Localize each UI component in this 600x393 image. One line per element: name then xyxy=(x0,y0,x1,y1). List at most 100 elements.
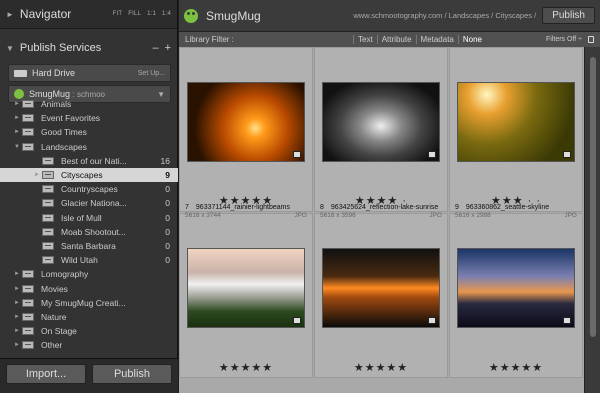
publish-button[interactable]: Publish xyxy=(92,364,172,384)
collection-item[interactable]: ► My SmugMug Creati... xyxy=(0,296,178,310)
disclosure-triangle-icon[interactable]: ▼ xyxy=(12,144,22,150)
photo-filename: 963425624_reflection-lake-sunrise xyxy=(330,204,439,211)
collection-item[interactable]: ▼ Landscapes xyxy=(0,140,178,154)
lock-icon[interactable] xyxy=(588,36,594,43)
photo-thumbnail[interactable] xyxy=(322,82,440,162)
collection-item[interactable]: Best of our Nati... 16 xyxy=(0,154,178,168)
collection-item[interactable]: ► Event Favorites xyxy=(0,111,178,125)
smugmug-logo-icon xyxy=(184,8,198,23)
photo-dimensions: 5616 x 2988 xyxy=(455,212,491,219)
photo-cell[interactable]: ★★★★★ xyxy=(179,47,313,212)
collection-label: Glacier Nationa... xyxy=(61,198,127,209)
expand-triangle-icon[interactable]: ▼ xyxy=(6,44,14,53)
star-rating[interactable]: ★★★★★ xyxy=(450,361,582,374)
add-service-button[interactable]: + xyxy=(165,42,171,54)
collection-label: Countryscapes xyxy=(61,184,118,195)
photo-filetype: JPG xyxy=(429,212,442,219)
disclosure-triangle-icon[interactable]: ► xyxy=(12,115,22,121)
publish-services-header[interactable]: ▼ Publish Services – + xyxy=(0,35,177,61)
collection-icon xyxy=(42,256,54,265)
zoom-fill[interactable]: FILL xyxy=(128,11,141,17)
navigator-header[interactable]: ► Navigator FIT FILL 1:1 1:4 xyxy=(0,0,177,29)
collection-item[interactable]: ► Cityscapes 9 xyxy=(0,167,178,183)
collection-label: On Stage xyxy=(41,326,77,337)
photo-cell[interactable]: ★★★★★ 8 963425624_reflection-lake-sunrise 5… xyxy=(314,204,448,378)
collection-item[interactable]: ► Animals xyxy=(0,97,178,111)
photo-thumbnail[interactable] xyxy=(187,82,305,162)
collection-item[interactable]: ► Other xyxy=(0,338,178,352)
photo-thumbnail[interactable] xyxy=(322,248,440,328)
photo-number: 7 xyxy=(185,204,189,211)
collection-item[interactable]: Isle of Mull 0 xyxy=(0,211,178,225)
left-bottom-bar: Import... Publish xyxy=(0,358,178,393)
photo-dimensions: 5616 x 3744 xyxy=(185,212,221,219)
collapse-triangle-icon[interactable]: ► xyxy=(6,10,14,19)
collection-count: 9 xyxy=(165,170,170,181)
photo-info: 7 963371144_rainier-lightbeams 5616 x 3744… xyxy=(185,204,307,226)
collection-item[interactable]: ► Lomography xyxy=(0,267,178,281)
published-badge-icon xyxy=(563,317,571,324)
left-panel: ► Navigator FIT FILL 1:1 1:4 ▼ Publish S… xyxy=(0,0,178,393)
collection-count: 16 xyxy=(160,155,170,166)
collection-label: Animals xyxy=(41,99,72,110)
collection-item[interactable]: ► Nature xyxy=(0,310,178,324)
disclosure-triangle-icon[interactable]: ► xyxy=(12,314,22,320)
collection-set-icon xyxy=(22,298,34,307)
disclosure-triangle-icon[interactable]: ► xyxy=(12,101,22,107)
filter-text[interactable]: Text xyxy=(353,35,377,44)
collection-item[interactable]: ► Good Times xyxy=(0,125,178,139)
photo-cell[interactable]: ★★★ · · xyxy=(449,47,583,212)
collection-count: 0 xyxy=(165,240,170,251)
collection-item[interactable]: ► On Stage xyxy=(0,324,178,338)
collection-set-icon xyxy=(22,284,34,293)
disclosure-triangle-icon[interactable]: ► xyxy=(32,172,42,178)
disclosure-triangle-icon[interactable]: ► xyxy=(12,271,22,277)
filter-attribute[interactable]: Attribute xyxy=(376,35,416,44)
photo-thumbnail[interactable] xyxy=(187,248,305,328)
collection-item[interactable]: Glacier Nationa... 0 xyxy=(0,196,178,210)
photo-cell[interactable]: ★★★★ · xyxy=(314,47,448,212)
zoom-fit[interactable]: FIT xyxy=(113,11,123,17)
disclosure-triangle-icon[interactable]: ► xyxy=(12,300,22,306)
import-button[interactable]: Import... xyxy=(6,364,86,384)
grid-scrollbar[interactable] xyxy=(584,47,600,393)
collection-item[interactable]: Countryscapes 0 xyxy=(0,182,178,196)
service-hard-drive[interactable]: Hard Drive Set Up... xyxy=(8,64,171,82)
service-name: Hard Drive xyxy=(32,68,76,78)
collection-item[interactable]: Moab Shootout... 0 xyxy=(0,225,178,239)
photo-cell[interactable]: ★★★★★ 7 963371144_rainier-lightbeams 5616 x… xyxy=(179,204,313,378)
collection-icon xyxy=(42,185,54,194)
star-rating[interactable]: ★★★★★ xyxy=(315,361,447,374)
disclosure-triangle-icon[interactable]: ► xyxy=(12,129,22,135)
photo-grid: ★★★★★ ★★★★ · ★★★ · · ★★★★★ 7 963371144_rainie… xyxy=(179,47,584,393)
setup-button[interactable]: Set Up... xyxy=(138,70,165,77)
zoom-1-1[interactable]: 1:1 xyxy=(147,11,156,17)
disclosure-triangle-icon[interactable]: ► xyxy=(12,328,22,334)
star-rating[interactable]: ★★★★★ xyxy=(180,361,312,374)
collection-set-icon xyxy=(22,128,34,137)
collection-set-icon xyxy=(22,142,34,151)
collection-label: Landscapes xyxy=(41,141,87,152)
disclosure-triangle-icon[interactable]: ► xyxy=(12,286,22,292)
collection-count: 0 xyxy=(165,198,170,209)
filter-metadata[interactable]: Metadata xyxy=(415,35,458,44)
collection-item[interactable]: Wild Utah 0 xyxy=(0,253,178,267)
collection-header: SmugMug www.schmootography.com / Landsca… xyxy=(179,0,600,32)
photo-cell[interactable]: ★★★★★ 9 963360862_seattle-skyline 5616 x 29… xyxy=(449,204,583,378)
filters-off-dropdown[interactable]: Filters Off ÷ xyxy=(546,36,582,43)
photo-number: 8 xyxy=(320,204,324,211)
collection-path[interactable]: www.schmootography.com / Landscapes / Ci… xyxy=(353,11,536,20)
collection-count: 0 xyxy=(165,212,170,223)
zoom-1-4[interactable]: 1:4 xyxy=(162,11,171,17)
photo-thumbnail[interactable] xyxy=(457,248,575,328)
filter-none[interactable]: None xyxy=(457,35,486,44)
collection-item[interactable]: ► Movies xyxy=(0,281,178,295)
top-publish-button[interactable]: Publish xyxy=(542,7,595,24)
scrollbar-thumb[interactable] xyxy=(590,57,596,337)
photo-thumbnail[interactable] xyxy=(457,82,575,162)
photo-filetype: JPG xyxy=(294,212,307,219)
collection-item[interactable]: Santa Barbara 0 xyxy=(0,239,178,253)
remove-service-button[interactable]: – xyxy=(152,42,158,54)
collection-icon xyxy=(42,156,54,165)
disclosure-triangle-icon[interactable]: ► xyxy=(12,342,22,348)
